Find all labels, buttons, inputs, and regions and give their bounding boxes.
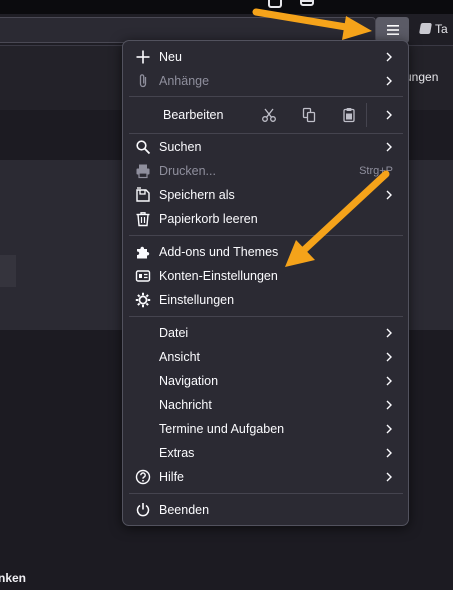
- menu-item-label: Datei: [159, 326, 189, 340]
- shortcut-label: Strg+P: [359, 165, 393, 177]
- menu-item-einstellungen[interactable]: Einstellungen: [129, 288, 403, 312]
- menu-separator: [366, 103, 367, 127]
- background-text: ungen: [405, 70, 439, 84]
- chevron-right-icon: [386, 448, 392, 458]
- account-card-icon: [135, 270, 151, 282]
- save-as-icon: [136, 187, 150, 202]
- window-icon[interactable]: [300, 0, 314, 6]
- menu-item-label: Neu: [159, 50, 182, 64]
- chevron-right-icon: [386, 424, 392, 434]
- menu-item-extras[interactable]: Extras: [129, 441, 403, 465]
- menu-item-label: Termine und Aufgaben: [159, 422, 285, 436]
- chevron-right-icon: [386, 190, 392, 200]
- menu-item-label: Einstellungen: [159, 293, 235, 307]
- menu-separator: [129, 235, 403, 236]
- menu-item-label: Beenden: [159, 503, 210, 517]
- cut-icon[interactable]: [261, 107, 277, 123]
- trash-icon: [136, 212, 150, 227]
- menu-item-label: Suchen: [159, 140, 202, 154]
- menu-item-label: Konten-Einstellungen: [159, 269, 278, 283]
- power-icon: [136, 503, 150, 517]
- chevron-right-icon: [386, 376, 392, 386]
- menu-item-suchen[interactable]: Suchen: [129, 135, 403, 159]
- menu-item-konten-einstellungen[interactable]: Konten-Einstellungen: [129, 264, 403, 288]
- chevron-right-icon: [386, 110, 392, 120]
- menu-item-papierkorb-leeren[interactable]: Papierkorb leeren: [129, 207, 403, 231]
- menu-item-hilfe[interactable]: Hilfe: [129, 465, 403, 489]
- menu-separator: [129, 493, 403, 494]
- menu-item-label: Navigation: [159, 374, 219, 388]
- menu-item-anhaenge[interactable]: Anhänge: [129, 69, 403, 93]
- app-menu-panel: Neu Anhänge Bearbeiten Suchen Drucken...…: [122, 40, 409, 526]
- chevron-right-icon: [386, 472, 392, 482]
- printer-icon: [136, 164, 150, 179]
- tab-label: Ta: [435, 22, 448, 36]
- menu-item-bearbeiten[interactable]: Bearbeiten: [129, 103, 403, 127]
- menu-separator: [129, 133, 403, 134]
- menu-item-label: Speichern als: [159, 188, 235, 202]
- menu-item-drucken[interactable]: Drucken... Strg+P: [129, 159, 403, 183]
- chevron-right-icon: [386, 328, 392, 338]
- paste-icon[interactable]: [341, 107, 357, 123]
- copy-icon[interactable]: [301, 107, 317, 123]
- chevron-right-icon: [386, 400, 392, 410]
- menu-item-label: Nachricht: [159, 398, 212, 412]
- top-strip: [0, 0, 453, 14]
- menu-item-neu[interactable]: Neu: [129, 45, 403, 69]
- help-icon: [135, 469, 151, 485]
- menu-item-navigation[interactable]: Navigation: [129, 369, 403, 393]
- hamburger-icon: [386, 25, 399, 35]
- chevron-right-icon: [386, 352, 392, 362]
- menu-item-label: Hilfe: [159, 470, 185, 484]
- menu-item-beenden[interactable]: Beenden: [129, 498, 403, 522]
- content-block: [0, 255, 16, 287]
- menu-item-label: Anhänge: [159, 74, 210, 88]
- gear-icon: [135, 292, 151, 308]
- chevron-right-icon: [386, 52, 392, 62]
- tab-icon: [419, 23, 432, 34]
- search-icon: [136, 140, 151, 155]
- paperclip-icon: [139, 74, 147, 88]
- chevron-right-icon: [386, 142, 392, 152]
- menu-separator: [129, 316, 403, 317]
- menu-separator: [129, 96, 403, 97]
- menu-item-label: Papierkorb leeren: [159, 212, 258, 226]
- menu-item-label: Add-ons und Themes: [159, 245, 279, 259]
- menu-item-datei[interactable]: Datei: [129, 321, 403, 345]
- menu-item-addons-themes[interactable]: Add-ons und Themes: [129, 240, 403, 264]
- plus-icon: [136, 50, 150, 64]
- menu-item-nachricht[interactable]: Nachricht: [129, 393, 403, 417]
- puzzle-icon: [137, 246, 150, 259]
- menu-item-ansicht[interactable]: Ansicht: [129, 345, 403, 369]
- menu-item-label: Drucken...: [159, 164, 216, 178]
- background-text: nken: [0, 571, 27, 585]
- menu-item-label: Extras: [159, 446, 195, 460]
- menu-item-label: Bearbeiten: [163, 108, 224, 122]
- menu-item-termine-aufgaben[interactable]: Termine und Aufgaben: [129, 417, 403, 441]
- menu-item-label: Ansicht: [159, 350, 200, 364]
- window-icon[interactable]: [268, 0, 282, 8]
- menu-item-speichern-als[interactable]: Speichern als: [129, 183, 403, 207]
- tab-fragment[interactable]: Ta: [419, 22, 448, 36]
- chevron-right-icon: [386, 76, 392, 86]
